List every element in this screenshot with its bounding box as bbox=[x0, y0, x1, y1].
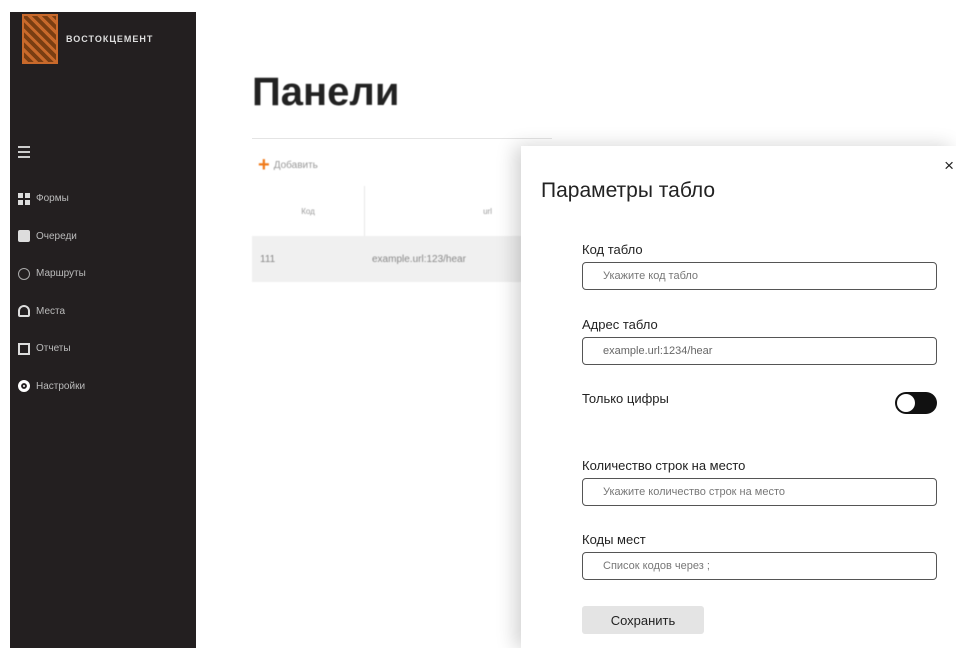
places-icon bbox=[18, 305, 30, 318]
place-codes-input[interactable] bbox=[582, 552, 937, 580]
sidebar-item-label: Места bbox=[36, 305, 66, 317]
digits-only-toggle[interactable] bbox=[895, 392, 937, 414]
forms-icon bbox=[18, 192, 30, 205]
column-header-url[interactable]: url bbox=[365, 186, 532, 236]
logo-text: ВОСТОКЦЕМЕНТ bbox=[66, 34, 154, 44]
settings-drawer: × Параметры табло Код табло Адрес табло … bbox=[521, 146, 956, 648]
title-divider bbox=[252, 138, 552, 139]
sidebar-item-places[interactable]: Места bbox=[18, 293, 86, 331]
page-title: Панели bbox=[252, 70, 400, 114]
sidebar-item-routes[interactable]: Маршруты bbox=[18, 255, 86, 293]
table-row[interactable]: 111 example.url:123/hear bbox=[252, 236, 532, 282]
plus-icon: + bbox=[258, 154, 270, 176]
column-header-code[interactable]: Код bbox=[252, 186, 365, 236]
place-codes-label: Коды мест bbox=[582, 532, 646, 547]
routes-icon bbox=[18, 267, 30, 280]
settings-icon bbox=[18, 380, 30, 393]
logo-emblem-icon bbox=[22, 14, 58, 64]
add-button[interactable]: + Добавить bbox=[258, 154, 318, 176]
table-header: Код url bbox=[252, 186, 532, 236]
rows-per-place-label: Количество строк на место bbox=[582, 458, 746, 473]
sidebar-item-settings[interactable]: Настройки bbox=[18, 368, 86, 406]
sidebar-nav: Формы Очереди Маршруты Места Отчеты Наст… bbox=[18, 180, 86, 405]
board-code-label: Код табло bbox=[582, 242, 643, 257]
board-address-label: Адрес табло bbox=[582, 317, 658, 332]
sidebar-item-queues[interactable]: Очереди bbox=[18, 218, 86, 256]
digits-only-label: Только цифры bbox=[582, 391, 669, 406]
sidebar: ВОСТОКЦЕМЕНТ Формы Очереди Маршруты Мест… bbox=[10, 12, 196, 648]
menu-toggle-icon[interactable] bbox=[18, 146, 30, 161]
toggle-knob bbox=[897, 394, 915, 412]
sidebar-item-label: Отчеты bbox=[36, 343, 71, 355]
reports-icon bbox=[18, 342, 30, 355]
board-address-input[interactable] bbox=[582, 337, 937, 365]
panels-table: Код url 111 example.url:123/hear bbox=[252, 186, 532, 282]
table-cell-url: example.url:123/hear bbox=[372, 253, 466, 265]
sidebar-item-label: Формы bbox=[36, 193, 69, 205]
logo[interactable]: ВОСТОКЦЕМЕНТ bbox=[22, 14, 153, 64]
rows-per-place-input[interactable] bbox=[582, 478, 937, 506]
table-cell-code: 111 bbox=[260, 253, 276, 265]
sidebar-item-label: Очереди bbox=[36, 230, 77, 242]
sidebar-item-reports[interactable]: Отчеты bbox=[18, 330, 86, 368]
close-icon[interactable]: × bbox=[944, 156, 954, 176]
board-code-input[interactable] bbox=[582, 262, 937, 290]
sidebar-item-label: Маршруты bbox=[36, 268, 86, 280]
drawer-title: Параметры табло bbox=[541, 179, 716, 202]
add-button-label: Добавить bbox=[273, 159, 318, 171]
queues-icon bbox=[18, 230, 30, 243]
sidebar-item-forms[interactable]: Формы bbox=[18, 180, 86, 218]
save-button[interactable]: Сохранить bbox=[582, 606, 704, 634]
sidebar-item-label: Настройки bbox=[36, 380, 86, 392]
